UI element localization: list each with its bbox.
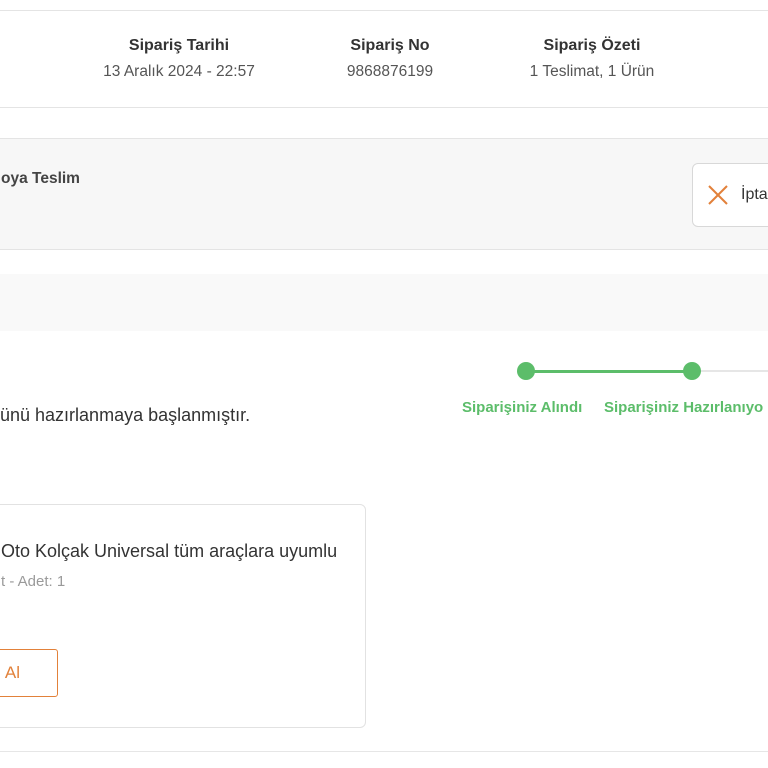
order-number: Sipariş No 9868876199: [310, 35, 470, 83]
product-card: Oto Kolçak Universal tüm araçlara uyumlu…: [0, 504, 366, 728]
order-overview-label: Sipariş Özeti: [543, 37, 641, 54]
order-summary-bar: Sipariş Tarihi 13 Aralık 2024 - 22:57 Si…: [0, 10, 768, 108]
buy-again-button[interactable]: Al: [0, 649, 58, 697]
order-date: Sipariş Tarihi 13 Aralık 2024 - 22:57: [79, 35, 279, 83]
section-divider: [0, 274, 768, 331]
buy-again-label: Al: [4, 663, 20, 682]
order-overview-value: 1 Teslimat, 1 Ürün: [529, 63, 655, 80]
step-dot-preparing: [683, 362, 701, 380]
bottom-divider: [0, 751, 768, 752]
delivery-title: oya Teslim: [1, 170, 80, 187]
order-date-value: 13 Aralık 2024 - 22:57: [103, 63, 255, 80]
stepper-progress-line: [526, 370, 692, 373]
close-icon: [708, 185, 728, 205]
product-meta: t - Adet: 1: [1, 573, 66, 590]
order-date-label: Sipariş Tarihi: [128, 37, 230, 54]
step-dot-received: [517, 362, 535, 380]
order-status-message: ünü hazırlanmaya başlanmıştır.: [0, 405, 251, 425]
cancel-order-button[interactable]: İpta: [692, 163, 768, 227]
delivery-panel: oya Teslim İpta: [0, 138, 768, 250]
cancel-order-label: İpta: [741, 186, 768, 203]
step-label-received: Siparişiniz Alındı: [462, 399, 583, 416]
stepper-pending-line: [692, 370, 768, 372]
order-number-label: Sipariş No: [350, 37, 430, 54]
order-number-value: 9868876199: [346, 63, 434, 80]
order-overview: Sipariş Özeti 1 Teslimat, 1 Ürün: [492, 35, 692, 83]
step-label-preparing: Siparişiniz Hazırlanıyo: [604, 399, 764, 416]
product-name[interactable]: Oto Kolçak Universal tüm araçlara uyumlu: [1, 541, 347, 562]
